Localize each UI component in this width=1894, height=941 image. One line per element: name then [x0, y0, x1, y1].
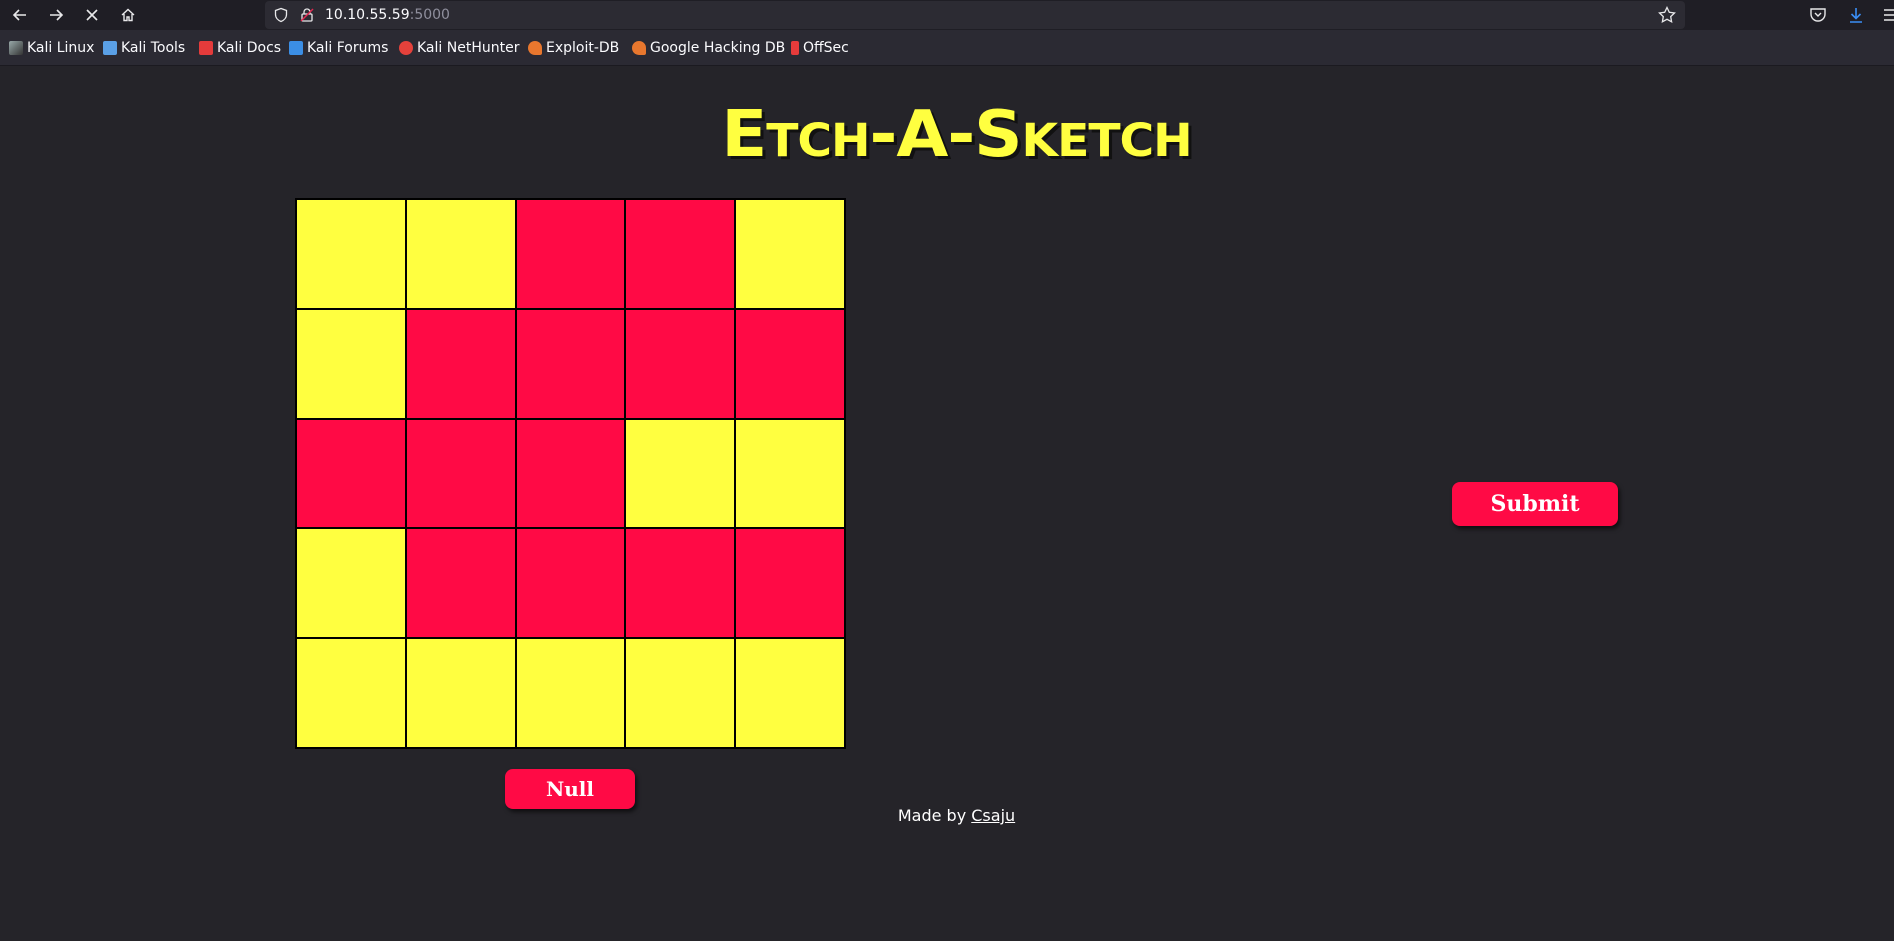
tracking-protection-shield-icon[interactable] — [273, 7, 289, 23]
offsec-icon — [791, 41, 799, 55]
grid-cell[interactable] — [296, 638, 406, 748]
bookmark-offsec[interactable]: OffSec — [791, 39, 849, 57]
bookmark-label: OffSec — [803, 40, 849, 56]
kali-nethunter-icon — [399, 41, 413, 55]
bookmark-label: Kali NetHunter — [417, 40, 520, 56]
kali-docs-icon — [199, 41, 213, 55]
grid-cell[interactable] — [405, 528, 516, 639]
bookmark-kali-nethunter[interactable]: Kali NetHunter — [399, 39, 519, 57]
sketch-grid — [295, 198, 846, 749]
grid-cell[interactable] — [625, 418, 736, 529]
home-icon[interactable] — [116, 5, 140, 25]
bookmark-star-icon[interactable] — [1657, 5, 1677, 25]
author-link[interactable]: Csaju — [971, 806, 1015, 825]
url-bar[interactable]: 10.10.55.59:5000 — [265, 1, 1685, 29]
downloads-icon[interactable] — [1846, 5, 1866, 25]
grid-cell[interactable] — [405, 308, 516, 419]
url-host: 10.10.55.59 — [325, 7, 410, 23]
bookmarks-toolbar: Kali Linux Kali Tools Kali Docs Kali For… — [0, 30, 1894, 66]
grid-cell[interactable] — [625, 199, 736, 309]
grid-cell[interactable] — [296, 528, 406, 639]
stop-loading-icon[interactable] — [80, 5, 104, 25]
insecure-lock-icon[interactable] — [299, 7, 315, 23]
exploit-db-icon — [528, 41, 542, 55]
kali-forums-icon — [289, 41, 303, 55]
grid-cell[interactable] — [625, 528, 736, 639]
menu-icon[interactable] — [1882, 5, 1894, 25]
kali-tools-icon — [103, 41, 117, 55]
bookmark-kali-linux[interactable]: Kali Linux — [9, 39, 94, 57]
footer-prefix: Made by — [897, 806, 972, 825]
bookmark-kali-docs[interactable]: Kali Docs — [199, 39, 281, 57]
grid-cell[interactable] — [625, 638, 736, 748]
grid-cell[interactable] — [296, 418, 406, 529]
bookmark-exploit-db[interactable]: Exploit-DB — [528, 39, 619, 57]
grid-cell[interactable] — [515, 308, 626, 419]
bookmark-label: Kali Linux — [27, 40, 95, 56]
bookmark-label: Kali Docs — [217, 40, 282, 56]
page-content: Etch-A-Sketch Null Submit Made by Csaju — [0, 66, 1894, 941]
grid-cell[interactable] — [735, 199, 845, 309]
bookmark-google-hacking-db[interactable]: Google Hacking DB — [632, 39, 785, 57]
grid-cell[interactable] — [405, 418, 516, 529]
back-arrow-icon[interactable] — [8, 5, 32, 25]
bookmark-label: Kali Forums — [307, 40, 389, 56]
grid-cell[interactable] — [515, 638, 626, 748]
grid-cell[interactable] — [735, 528, 845, 639]
bookmark-kali-tools[interactable]: Kali Tools — [103, 39, 185, 57]
grid-cell[interactable] — [296, 199, 406, 309]
bookmark-label: Kali Tools — [121, 40, 186, 56]
page-title: Etch-A-Sketch — [721, 98, 1192, 172]
grid-cell[interactable] — [735, 638, 845, 748]
null-button[interactable]: Null — [505, 769, 635, 809]
url-text[interactable]: 10.10.55.59:5000 — [325, 7, 450, 23]
kali-dragon-icon — [9, 41, 23, 55]
grid-cell[interactable] — [515, 199, 626, 309]
browser-toolbar: 10.10.55.59:5000 — [0, 0, 1894, 30]
footer: Made by Csaju — [0, 806, 1894, 825]
grid-cell[interactable] — [515, 418, 626, 529]
grid-cell[interactable] — [735, 418, 845, 529]
bookmark-label: Exploit-DB — [546, 40, 620, 56]
pocket-icon[interactable] — [1808, 5, 1828, 25]
grid-cell[interactable] — [296, 308, 406, 419]
url-port: :5000 — [409, 7, 450, 23]
submit-button[interactable]: Submit — [1452, 482, 1618, 526]
grid-cell[interactable] — [735, 308, 845, 419]
grid-cell[interactable] — [625, 308, 736, 419]
ghdb-icon — [632, 41, 646, 55]
bookmark-label: Google Hacking DB — [650, 40, 786, 56]
grid-cell[interactable] — [405, 638, 516, 748]
forward-arrow-icon[interactable] — [44, 5, 68, 25]
grid-cell[interactable] — [515, 528, 626, 639]
bookmark-kali-forums[interactable]: Kali Forums — [289, 39, 388, 57]
grid-cell[interactable] — [405, 199, 516, 309]
